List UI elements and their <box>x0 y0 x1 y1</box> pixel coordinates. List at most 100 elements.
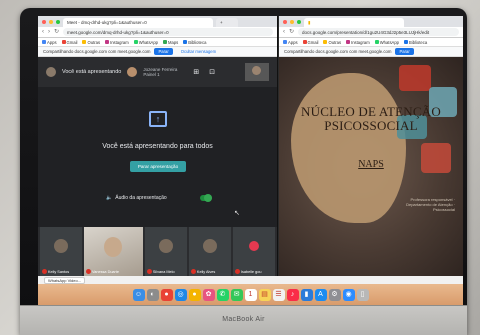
gmail-icon <box>61 40 66 44</box>
puzzle-piece-illustration <box>399 65 431 91</box>
stop-presenting-button[interactable]: Parar apresentação <box>130 161 186 172</box>
bookmark-apps[interactable]: Apps <box>42 40 57 45</box>
book-icon <box>404 40 409 44</box>
minimize-window-icon[interactable] <box>49 19 53 24</box>
keynote-icon[interactable]: ▮ <box>300 289 313 301</box>
share-bar-text: Compartilhando docs.google.com com meet.… <box>43 49 151 54</box>
presenting-message: Você está apresentando para todos <box>102 143 213 150</box>
mouse-cursor-icon: ↖ <box>234 210 240 217</box>
bookmark-gmail[interactable]: Gmail <box>61 40 77 45</box>
gmail-icon <box>302 40 307 44</box>
slide-credit: Professora responsável · Departamento de… <box>406 197 455 213</box>
participant-tile-video[interactable]: Vanessa Duarte <box>84 227 143 276</box>
reminders-icon[interactable]: ☰ <box>272 289 285 301</box>
download-item[interactable]: WhatsApp Video... <box>44 276 86 284</box>
slides-icon: ▮ <box>308 20 311 25</box>
folder-icon <box>82 40 87 44</box>
presenter-thumbnail[interactable] <box>245 63 269 81</box>
pin-icon[interactable]: ⊡ <box>209 68 215 76</box>
maximize-window-icon[interactable] <box>297 19 301 24</box>
instagram-icon <box>346 40 351 44</box>
bookmark-biblioteca[interactable]: Biblioteca <box>183 40 206 45</box>
participant-video <box>104 237 123 257</box>
bookmark-outras[interactable]: Outras <box>323 40 341 45</box>
instagram-icon <box>105 40 110 44</box>
screen-share-bar: Compartilhando docs.google.com com meet.… <box>38 47 277 57</box>
book-icon <box>183 40 188 44</box>
bookmark-instagram[interactable]: Instagram <box>105 40 129 45</box>
hide-message-button[interactable]: Ocultar mensagem <box>177 48 220 55</box>
safari-icon[interactable]: ◎ <box>174 289 187 301</box>
photos-icon[interactable]: ✿ <box>202 289 215 301</box>
bookmark-instagram[interactable]: Instagram <box>346 40 370 45</box>
screen-share-bar: Compartilhando docs.google.com com meet.… <box>279 47 463 57</box>
dock: ☺ ◐ ● ◎ ● ✿ ✆ ✉ 1 ▤ ☰ ♪ ▮ A ⚙ ◉ ▯ <box>38 284 463 306</box>
reload-icon[interactable]: ↻ <box>289 29 294 35</box>
url-field[interactable]: meet.google.com/dmq-drhd-ukg?pli=1&authu… <box>63 28 273 36</box>
avatar <box>202 239 217 253</box>
zoom-icon[interactable]: ◉ <box>342 289 355 301</box>
participant-name: Silvana Melo <box>152 269 175 274</box>
tab-slides[interactable]: ▮ <box>304 18 404 27</box>
meet-window: Meet - dmq-drhd-ukg?pli=1&authuser=0 + ‹… <box>38 16 278 276</box>
reload-icon[interactable]: ↻ <box>54 29 59 35</box>
chrome-profile-icon[interactable]: ● <box>188 289 201 301</box>
stop-sharing-button[interactable]: Parar <box>154 48 173 55</box>
presentation-audio-toggle[interactable] <box>199 194 212 202</box>
meet-top-strip: Você está apresentando Jozeane Ferreira … <box>38 57 277 87</box>
bookmark-apps[interactable]: Apps <box>283 40 298 45</box>
stop-sharing-button[interactable]: Parar <box>395 48 414 55</box>
recording-icon <box>248 241 259 251</box>
bookmark-biblioteca[interactable]: Biblioteca <box>404 40 427 45</box>
presenting-panel: ↑ Você está apresentando para todos Para… <box>38 87 277 227</box>
slide-acronym: NAPS <box>358 159 384 170</box>
forward-icon[interactable]: › <box>48 29 50 35</box>
whatsapp-icon <box>133 40 138 44</box>
tab-meet[interactable]: Meet - dmq-drhd-ukg?pli=1&authuser=0 <box>63 18 213 27</box>
bookmark-gmail[interactable]: Gmail <box>302 40 318 45</box>
minimize-window-icon[interactable] <box>290 19 294 24</box>
music-icon[interactable]: ♪ <box>286 289 299 301</box>
launchpad-icon[interactable]: ◐ <box>146 289 159 301</box>
bookmark-whatsapp[interactable]: WhatsApp <box>374 40 399 45</box>
slide-title: NÚCLEO DE ATENÇÃO PSICOSSOCIAL <box>301 104 441 133</box>
chrome-icon[interactable]: ● <box>160 289 173 301</box>
back-icon[interactable]: ‹ <box>42 29 44 35</box>
participant-name: Isabelle gou <box>240 269 262 274</box>
messages-icon[interactable]: ✉ <box>230 289 243 301</box>
notes-icon[interactable]: ▤ <box>258 289 271 301</box>
participant-name: Kelly Alves <box>196 269 216 274</box>
app-store-icon[interactable]: A <box>314 289 327 301</box>
slides-window: ▮ ‹ ↻ docs.google.com/presentation/d/1gu… <box>279 16 463 276</box>
close-window-icon[interactable] <box>283 19 287 24</box>
calendar-icon[interactable]: 1 <box>244 289 257 301</box>
face-icon <box>252 66 261 75</box>
mic-off-icon <box>234 269 240 274</box>
presentation-audio-row: 🔈 Áudio da apresentação <box>106 194 212 202</box>
participant-tile[interactable]: Kelly Santos <box>40 227 83 276</box>
bookmark-maps[interactable]: Maps <box>163 40 178 45</box>
finder-icon[interactable]: ☺ <box>132 289 145 301</box>
trash-icon[interactable]: ▯ <box>356 289 369 301</box>
participant-tile[interactable]: Isabelle gou <box>232 227 275 276</box>
maximize-window-icon[interactable] <box>56 19 60 24</box>
layout-grid-icon[interactable]: ⊞ <box>193 68 199 76</box>
participant-tile[interactable]: Silvana Melo <box>144 227 187 276</box>
tab-strip: ▮ <box>279 16 463 27</box>
bookmarks-bar: Apps Gmail Outras Instagram WhatsApp Bib… <box>279 38 463 47</box>
back-icon[interactable]: ‹ <box>283 29 285 35</box>
bookmark-outras[interactable]: Outras <box>82 40 100 45</box>
bookmark-whatsapp[interactable]: WhatsApp <box>133 40 158 45</box>
close-window-icon[interactable] <box>42 19 46 24</box>
mic-off-icon <box>86 269 92 274</box>
participant-tile[interactable]: Kelly Alves <box>188 227 231 276</box>
participant-strip: Kelly Santos Vanessa Duarte Silvana Melo… <box>38 227 277 276</box>
whatsapp-icon[interactable]: ✆ <box>216 289 229 301</box>
bookmarks-bar: Apps Gmail Outras Instagram WhatsApp Map… <box>38 38 277 47</box>
laptop-chin: MacBook Air <box>20 305 467 335</box>
downloads-bar: WhatsApp Video... <box>38 276 463 284</box>
avatar <box>46 67 56 77</box>
new-tab-button[interactable]: + <box>216 18 238 27</box>
preferences-icon[interactable]: ⚙ <box>328 289 341 301</box>
url-field[interactable]: docs.google.com/presentation/d/1gu2U4G3d… <box>298 28 459 36</box>
